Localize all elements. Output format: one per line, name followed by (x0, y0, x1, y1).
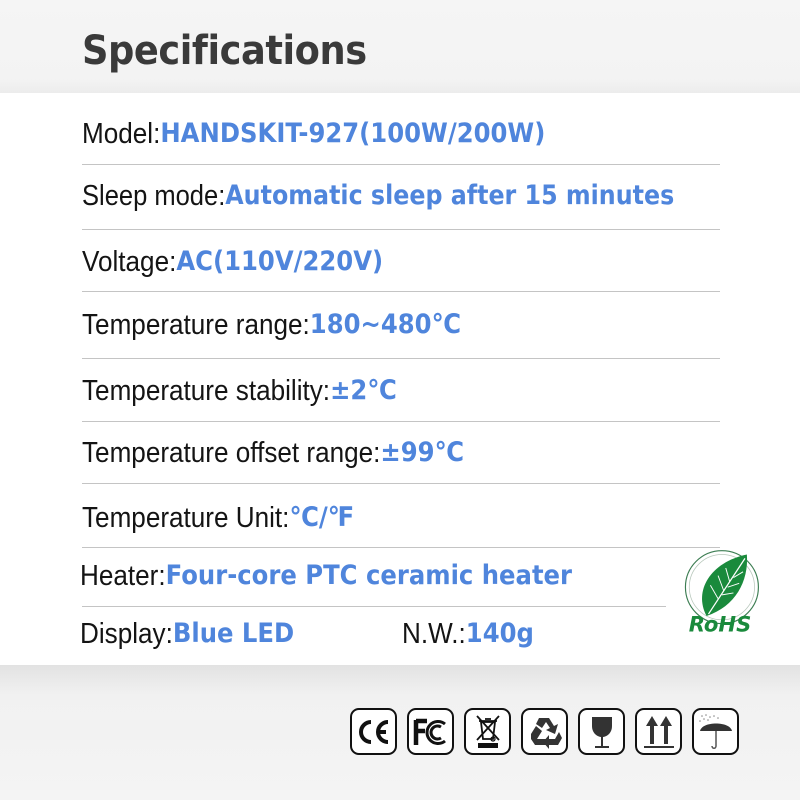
divider (82, 483, 720, 484)
divider (82, 229, 720, 230)
spec-row-display: Display: Blue LED (80, 614, 294, 654)
spec-row-temperature-offset: Temperature offset range: ±99℃ (82, 433, 464, 473)
spec-value: AC(110V/220V) (176, 246, 384, 277)
recycle-icon (521, 708, 568, 755)
rohs-text: RoHS (689, 611, 752, 636)
spec-label: Temperature range: (82, 309, 310, 341)
ce-mark-icon (350, 708, 397, 755)
spec-label: Voltage: (82, 246, 177, 278)
spec-value: Blue LED (172, 618, 295, 649)
keep-dry-umbrella-icon (692, 708, 739, 755)
spec-label: Sleep mode: (82, 180, 226, 212)
spec-row-model: Model: HANDSKIT-927(100W/200W) (82, 114, 545, 154)
spec-value: HANDSKIT-927(100W/200W) (160, 118, 546, 149)
certification-icons (350, 708, 739, 755)
spec-value: ±2℃ (330, 375, 397, 406)
divider (82, 358, 720, 359)
this-way-up-icon (635, 708, 682, 755)
spec-row-heater: Heater: Four-core PTC ceramic heater (80, 556, 572, 596)
spec-value: 140g (465, 618, 534, 649)
divider (82, 164, 720, 165)
spec-value: ±99℃ (380, 437, 465, 468)
spec-label: Temperature offset range: (82, 437, 381, 469)
fcc-mark-icon (407, 708, 454, 755)
divider (82, 291, 720, 292)
spec-label: Heater: (80, 560, 166, 592)
spec-label: N.W.: (402, 618, 466, 650)
spec-row-sleep-mode: Sleep mode: Automatic sleep after 15 min… (82, 176, 674, 216)
fragile-glass-icon (578, 708, 625, 755)
spec-label: Temperature Unit: (82, 502, 290, 534)
divider (82, 421, 720, 422)
spec-row-temperature-unit: Temperature Unit: ℃/℉ (82, 498, 354, 538)
spec-label: Display: (80, 618, 173, 650)
spec-value: ℃/℉ (289, 502, 355, 533)
rohs-badge: RoHS (672, 543, 768, 639)
spec-value: Automatic sleep after 15 minutes (225, 180, 675, 211)
weee-crossed-bin-icon (464, 708, 511, 755)
rohs-leaf-icon: RoHS (684, 550, 759, 636)
spec-value: Four-core PTC ceramic heater (165, 560, 573, 591)
divider (82, 547, 720, 548)
divider (82, 606, 666, 607)
spec-label: Temperature stability: (82, 375, 331, 407)
spec-row-net-weight: N.W.: 140g (402, 614, 534, 654)
spec-row-temperature-range: Temperature range: 180~480℃ (82, 305, 461, 345)
spec-row-temperature-stability: Temperature stability: ±2℃ (82, 371, 397, 411)
spec-label: Model: (82, 118, 161, 150)
header-band: Specifications (0, 0, 800, 93)
page-title: Specifications (82, 28, 367, 74)
spec-row-voltage: Voltage: AC(110V/220V) (82, 242, 383, 282)
spec-value: 180~480℃ (309, 309, 462, 340)
